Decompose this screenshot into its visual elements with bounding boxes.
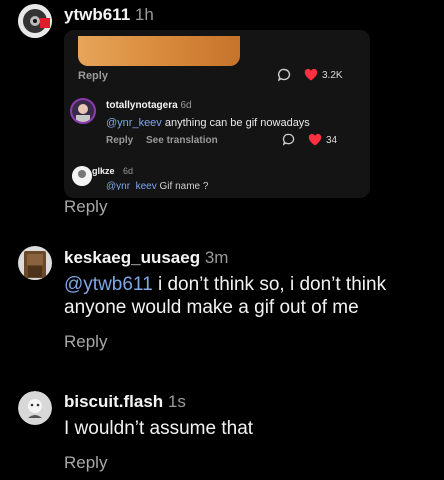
username[interactable]: ytwb611 <box>64 5 130 24</box>
heart-icon[interactable] <box>304 68 318 81</box>
timestamp: 6d <box>180 100 192 111</box>
username[interactable]: totallynotagera <box>106 100 178 111</box>
mention-link[interactable]: @ytwb611 <box>64 274 153 295</box>
nested-header: glkze 6d <box>92 166 133 176</box>
nested-reply-link[interactable]: Reply <box>106 135 133 146</box>
comment-text: anything can be gif nowadays <box>164 117 310 129</box>
see-translation-link[interactable]: See translation <box>146 135 218 146</box>
comment-header: biscuit.flash 1s <box>64 392 186 412</box>
avatar-ytwb611[interactable] <box>18 4 52 38</box>
nested-comment-text: @ynr_keev Gif name ? <box>106 181 208 190</box>
comment-text: @ytwb611 i don’t think so, i don’t think… <box>64 273 404 319</box>
avatar-glkze[interactable] <box>72 166 92 186</box>
embed-reply-link[interactable]: Reply <box>78 70 108 82</box>
like-count: 34 <box>326 135 338 146</box>
comment-header: ytwb611 1h <box>64 5 154 25</box>
timestamp: 6d <box>123 166 134 176</box>
timestamp: 1h <box>134 5 154 24</box>
username[interactable]: glkze <box>92 166 115 176</box>
mention-link[interactable]: @ynr_keev <box>106 181 157 190</box>
username[interactable]: keskaeg_uusaeg <box>64 248 200 267</box>
timestamp: 3m <box>204 248 229 267</box>
nested-header: totallynotagera 6d <box>106 100 192 111</box>
reply-button[interactable]: Reply <box>64 332 107 352</box>
gif-image-partial <box>78 36 240 66</box>
comment-header: keskaeg_uusaeg 3m <box>64 248 228 268</box>
username[interactable]: biscuit.flash <box>64 392 163 411</box>
comment-text: Gif name ? <box>159 181 209 190</box>
like-count: 3.2K <box>322 70 343 81</box>
comment-text: I wouldn’t assume that <box>64 418 254 439</box>
comment-bubble-icon[interactable] <box>277 68 291 82</box>
nested-comment-text: @ynr_keev anything can be gif nowadays <box>106 117 310 129</box>
embedded-gif[interactable]: Reply 3.2K totallynotagera 6d @ynr_keev … <box>64 30 370 198</box>
comment-bubble-icon[interactable] <box>282 133 295 146</box>
avatar-totallynotagera[interactable] <box>70 98 96 124</box>
heart-icon[interactable] <box>308 133 322 146</box>
reply-button[interactable]: Reply <box>64 197 107 217</box>
avatar-keskaeg_uusaeg[interactable] <box>18 246 52 280</box>
avatar-biscuit.flash[interactable] <box>18 391 52 425</box>
mention-link[interactable]: @ynr_keev <box>106 117 162 129</box>
reply-button[interactable]: Reply <box>64 453 107 473</box>
timestamp: 1s <box>167 392 186 411</box>
